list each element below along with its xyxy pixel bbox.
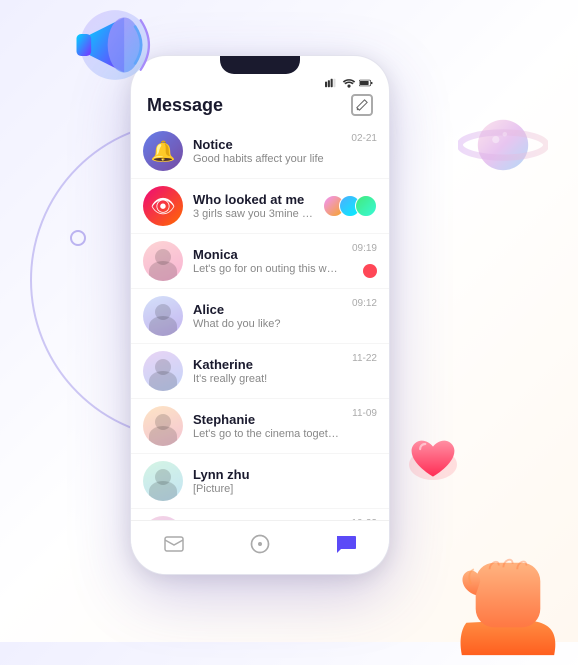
- message-preview: Good habits affect your life: [193, 153, 341, 165]
- list-item[interactable]: Lynn zhu [Picture]: [131, 454, 389, 509]
- tab-compass[interactable]: [249, 533, 271, 555]
- list-item[interactable]: Katherine It's really great! 11-22: [131, 344, 389, 399]
- phone-notch: [220, 56, 300, 74]
- message-preview: [Picture]: [193, 483, 367, 495]
- message-preview: Let's go to the cinema together: [193, 428, 342, 440]
- message-time: 09:19: [352, 243, 377, 254]
- list-item[interactable]: 👁 Who looked at me 3 girls saw you 3mine…: [131, 179, 389, 234]
- contact-name: Alice: [193, 302, 342, 317]
- tab-bar: [131, 520, 389, 574]
- mail-icon: [163, 533, 185, 555]
- avatar: [143, 296, 183, 336]
- avatar: 🔔: [143, 131, 183, 171]
- message-preview: Let's go for on outing this weekend~: [193, 263, 342, 275]
- contact-name: Katherine: [193, 357, 342, 372]
- planet-icon: [458, 100, 548, 190]
- message-time: 02-21: [351, 133, 377, 144]
- list-item[interactable]: Monica Let's go for on outing this weeke…: [131, 234, 389, 289]
- message-time: 11-22: [352, 353, 377, 364]
- unread-badge: [363, 264, 377, 278]
- compose-icon[interactable]: [351, 94, 373, 116]
- avatar: [143, 351, 183, 391]
- phone-frame: Message 🔔 Notice Good habits affect your…: [130, 55, 390, 575]
- message-time: 11-09: [352, 408, 377, 419]
- tab-mail[interactable]: [163, 533, 185, 555]
- tab-chat[interactable]: [335, 533, 357, 555]
- megaphone-icon: [60, 0, 170, 100]
- message-preview: It's really great!: [193, 373, 342, 385]
- avatar: [143, 406, 183, 446]
- message-time: 09:12: [352, 298, 377, 309]
- list-item[interactable]: Stephanie Let's go to the cinema togethe…: [131, 399, 389, 454]
- list-item[interactable]: Alice What do you like? 09:12: [131, 289, 389, 344]
- bg-circle-small: [70, 230, 86, 246]
- message-preview: What do you like?: [193, 318, 342, 330]
- contact-name: Who looked at me: [193, 192, 313, 207]
- viewer-avatars: [323, 195, 377, 217]
- message-list: 🔔 Notice Good habits affect your life 02…: [131, 124, 389, 522]
- contact-name: Notice: [193, 137, 341, 152]
- avatar: [143, 461, 183, 501]
- heart-icon: [403, 432, 463, 487]
- hand-icon: [448, 512, 568, 652]
- avatar: [143, 241, 183, 281]
- list-item[interactable]: 🔔 Notice Good habits affect your life 02…: [131, 124, 389, 179]
- contact-name: Monica: [193, 247, 342, 262]
- contact-name: Stephanie: [193, 412, 342, 427]
- compass-icon: [249, 533, 271, 555]
- message-preview: 3 girls saw you 3mine ago: [193, 208, 313, 220]
- chat-icon: [335, 533, 357, 555]
- avatar: 👁: [143, 186, 183, 226]
- contact-name: Lynn zhu: [193, 467, 367, 482]
